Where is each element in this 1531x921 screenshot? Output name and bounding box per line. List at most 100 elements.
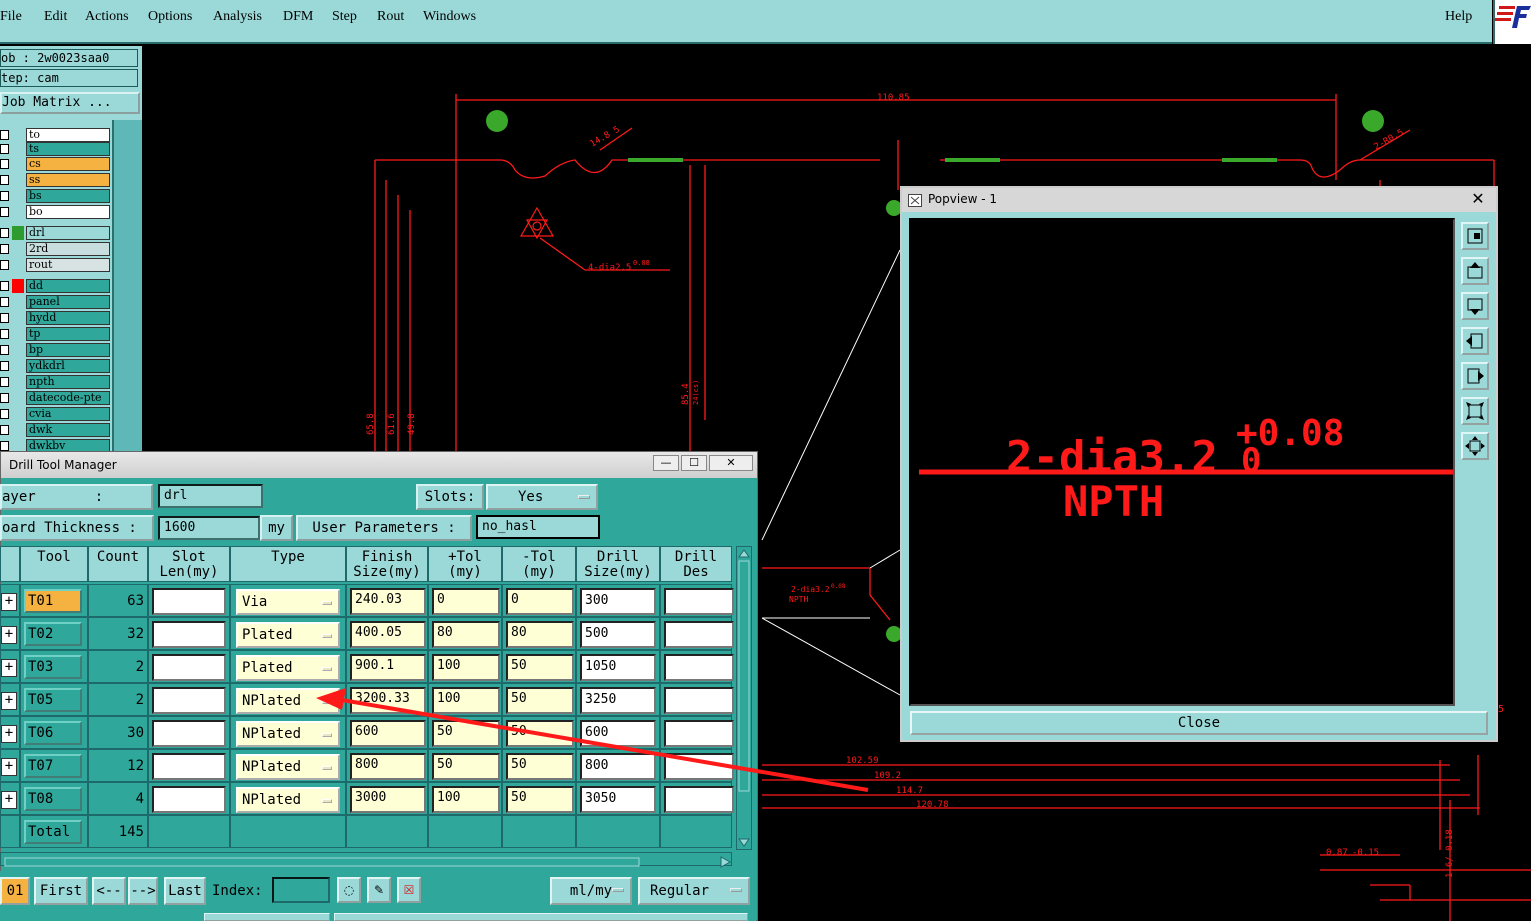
layer-row-2[interactable]: cs <box>0 157 112 171</box>
layer-row-6[interactable]: drl <box>0 226 112 240</box>
minus-tol-input[interactable]: 50 <box>506 786 574 813</box>
plus-tol-input[interactable]: 100 <box>432 687 500 714</box>
layer-checkbox[interactable] <box>0 191 9 201</box>
drill-des-input[interactable] <box>664 753 734 780</box>
row-expand-icon[interactable]: + <box>1 758 17 776</box>
slot-length-input[interactable] <box>152 720 226 747</box>
layer-row-5[interactable]: bo <box>0 205 112 219</box>
units-option-menu[interactable]: ml/my <box>550 877 632 905</box>
finish-size-input[interactable]: 3200.33 <box>350 687 426 714</box>
type-option-menu[interactable]: Plated <box>236 622 340 648</box>
popview-titlebar[interactable]: Popview - 1 ✕ <box>902 188 1496 212</box>
plus-tol-input[interactable]: 50 <box>432 753 500 780</box>
slot-length-input[interactable] <box>152 687 226 714</box>
zoom-window-icon[interactable] <box>1461 222 1489 250</box>
layer-name[interactable]: datecode-pte <box>26 391 110 405</box>
slot-length-input[interactable] <box>152 621 226 648</box>
tool-button[interactable]: T03 <box>24 655 82 679</box>
popview-close-button[interactable]: Close <box>910 711 1488 735</box>
layer-row-16[interactable]: datecode-pte <box>0 391 112 405</box>
layer-row-12[interactable]: tp <box>0 327 112 341</box>
row-expand-icon[interactable]: + <box>1 692 17 710</box>
layer-field[interactable]: drl <box>158 484 263 508</box>
drill-size-input[interactable]: 1050 <box>580 654 656 681</box>
minus-tol-input[interactable]: 50 <box>506 753 574 780</box>
first-button[interactable]: First <box>34 877 88 905</box>
menu-options[interactable]: Options <box>148 9 192 25</box>
next-button[interactable]: --> <box>128 877 158 905</box>
type-option-menu[interactable]: NPlated <box>236 787 340 813</box>
finish-size-input[interactable]: 240.03 <box>350 588 426 615</box>
menu-file[interactable]: File <box>0 9 22 25</box>
edit-icon[interactable]: ✎ <box>367 877 391 903</box>
dtm-titlebar[interactable]: Drill Tool Manager — ☐ ✕ <box>1 452 757 478</box>
layer-checkbox[interactable] <box>0 297 9 307</box>
layer-row-10[interactable]: panel <box>0 295 112 309</box>
layer-row-0[interactable]: to <box>0 128 112 142</box>
layer-row-15[interactable]: npth <box>0 375 112 389</box>
layer-row-9[interactable]: dd <box>0 279 112 293</box>
layer-row-17[interactable]: cvia <box>0 407 112 421</box>
drill-size-input[interactable]: 3250 <box>580 687 656 714</box>
menu-windows[interactable]: Windows <box>423 9 476 25</box>
type-option-menu[interactable]: NPlated <box>236 754 340 780</box>
drill-des-input[interactable] <box>664 720 734 747</box>
row-expand-icon[interactable]: + <box>1 593 17 611</box>
layer-name[interactable]: bs <box>26 189 110 203</box>
row-expand-icon[interactable]: + <box>1 626 17 644</box>
menu-actions[interactable]: Actions <box>85 9 129 25</box>
close-icon[interactable]: ✕ <box>709 455 753 471</box>
type-option-menu[interactable]: NPlated <box>236 721 340 747</box>
index-field[interactable] <box>272 877 330 903</box>
drill-des-input[interactable] <box>664 687 734 714</box>
layer-checkbox[interactable] <box>0 175 9 185</box>
drill-des-input[interactable] <box>664 654 734 681</box>
close-icon[interactable]: ✕ <box>1464 189 1492 209</box>
layer-name[interactable]: dwk <box>26 423 110 437</box>
slot-length-input[interactable] <box>152 588 226 615</box>
layer-checkbox[interactable] <box>0 260 9 270</box>
finish-size-input[interactable]: 400.05 <box>350 621 426 648</box>
slot-length-input[interactable] <box>152 753 226 780</box>
layer-checkbox[interactable] <box>0 207 9 217</box>
layer-name[interactable]: dd <box>26 279 110 293</box>
pan-up-icon[interactable] <box>1461 257 1489 285</box>
menu-analysis[interactable]: Analysis <box>213 9 262 25</box>
menu-help[interactable]: Help <box>1445 9 1472 25</box>
drill-size-input[interactable]: 600 <box>580 720 656 747</box>
layer-row-4[interactable]: bs <box>0 189 112 203</box>
tool-button[interactable]: T06 <box>24 721 82 745</box>
type-option-menu[interactable]: Plated <box>236 655 340 681</box>
minus-tol-input[interactable]: 80 <box>506 621 574 648</box>
slots-option-menu[interactable]: Yes <box>486 484 598 510</box>
layer-checkbox[interactable] <box>0 144 9 154</box>
layer-name[interactable]: npth <box>26 375 110 389</box>
layer-checkbox[interactable] <box>0 345 9 355</box>
drill-des-input[interactable] <box>664 786 734 813</box>
drill-size-input[interactable]: 300 <box>580 588 656 615</box>
lightbulb-icon[interactable]: ◌ <box>337 877 361 903</box>
layer-name[interactable]: ts <box>26 142 110 156</box>
tool-button[interactable]: T08 <box>24 787 82 811</box>
mode-option-menu[interactable]: Regular <box>638 877 750 905</box>
layer-checkbox[interactable] <box>0 313 9 323</box>
current-record-field[interactable]: 01 <box>0 877 30 905</box>
layer-row-11[interactable]: hydd <box>0 311 112 325</box>
drill-size-input[interactable]: 500 <box>580 621 656 648</box>
minus-tol-input[interactable]: 50 <box>506 687 574 714</box>
layer-checkbox[interactable] <box>0 441 9 451</box>
row-expand-icon[interactable]: + <box>1 725 17 743</box>
layer-name[interactable]: to <box>26 128 110 142</box>
finish-size-input[interactable]: 600 <box>350 720 426 747</box>
type-option-menu[interactable]: Via <box>236 589 340 615</box>
plus-tol-input[interactable]: 100 <box>432 654 500 681</box>
board-thickness-field[interactable]: 1600 <box>158 516 260 540</box>
maximize-icon[interactable]: ☐ <box>681 455 707 471</box>
pan-down-icon[interactable] <box>1461 292 1489 320</box>
layer-checkbox[interactable] <box>0 159 9 169</box>
layer-row-14[interactable]: ydkdrl <box>0 359 112 373</box>
plus-tol-input[interactable]: 0 <box>432 588 500 615</box>
layer-checkbox[interactable] <box>0 244 9 254</box>
zoom-in-icon[interactable] <box>1461 432 1489 460</box>
layer-name[interactable]: panel <box>26 295 110 309</box>
